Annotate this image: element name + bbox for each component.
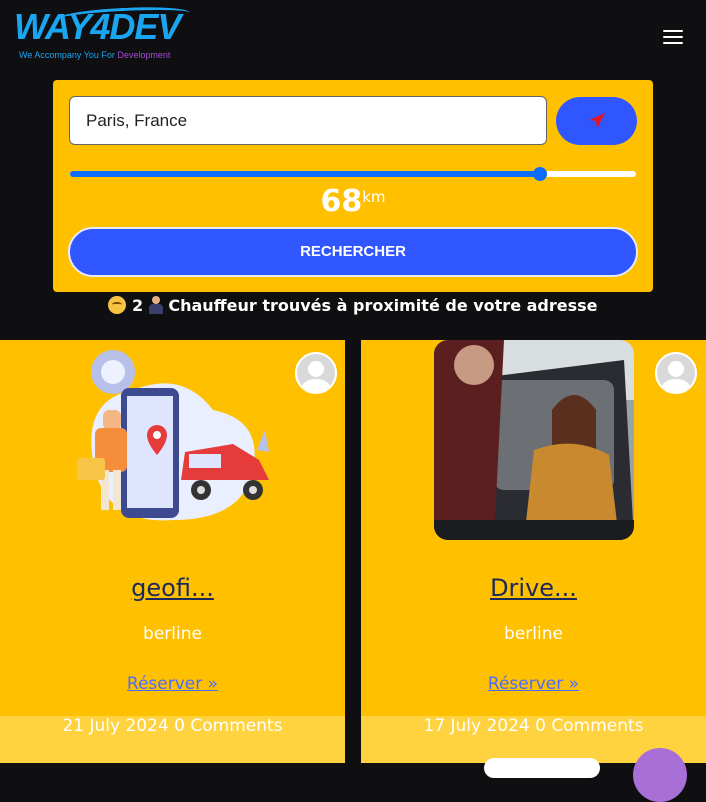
hamburger-icon[interactable] xyxy=(663,30,683,44)
search-button[interactable]: RECHERCHER xyxy=(68,227,638,277)
smiley-icon xyxy=(108,296,127,314)
hamburger-line xyxy=(663,36,683,38)
card-date: 17 July 2024 xyxy=(423,716,530,736)
search-panel: Paris, France 68km RECHERCHER xyxy=(53,80,653,292)
radius-slider-fill xyxy=(70,171,540,177)
floating-pill[interactable] xyxy=(484,758,600,778)
results-text: Chauffeur trouvés à proximité de votre a… xyxy=(168,296,598,315)
hamburger-line xyxy=(663,42,683,44)
hamburger-line xyxy=(663,30,683,32)
card-date: 21 July 2024 xyxy=(62,716,169,736)
reserve-link[interactable]: Réserver » xyxy=(0,674,345,694)
card-comments[interactable]: 0 Comments xyxy=(174,716,282,736)
radius-slider[interactable] xyxy=(70,167,636,181)
radius-value: 68 xyxy=(320,184,363,219)
card-image-chauffeur-photo[interactable] xyxy=(434,340,634,540)
card-vehicle-type: berline xyxy=(143,624,202,644)
logo-tagline-accent: Development xyxy=(117,50,171,60)
driver-card[interactable]: Drive... berline Réserver » 17 July 2024… xyxy=(361,340,706,763)
location-input[interactable]: Paris, France xyxy=(69,96,547,145)
card-title[interactable]: geofi... xyxy=(0,574,345,602)
driver-avatar[interactable] xyxy=(655,352,697,394)
card-comments[interactable]: 0 Comments xyxy=(535,716,643,736)
card-footer: 21 July 2024 0 Comments xyxy=(0,716,345,763)
card-image-map-illustration[interactable] xyxy=(73,340,273,540)
location-arrow-icon xyxy=(588,113,605,129)
chauffeur-photo xyxy=(434,340,634,540)
radius-unit: km xyxy=(362,188,386,206)
radius-slider-thumb[interactable] xyxy=(532,167,547,181)
map-car-illustration xyxy=(73,340,273,540)
brand-logo[interactable]: WAY4DEV We Accompany You For Development xyxy=(14,4,194,62)
chat-button[interactable] xyxy=(633,748,687,802)
driver-avatar[interactable] xyxy=(295,352,337,394)
logo-text: WAY4DEV xyxy=(14,6,181,47)
results-summary: 2 Chauffeur trouvés à proximité de votre… xyxy=(0,296,706,315)
card-title[interactable]: Drive... xyxy=(361,574,706,602)
locate-me-button[interactable] xyxy=(556,97,637,145)
reserve-link[interactable]: Réserver » xyxy=(361,674,706,694)
chauffeur-icon xyxy=(148,296,163,314)
logo-tagline: We Accompany You For Development xyxy=(19,50,170,60)
radius-readout: 68km xyxy=(53,184,653,219)
driver-card[interactable]: geofi... berline Réserver » 21 July 2024… xyxy=(0,340,345,763)
logo-tagline-start: We Accompany You For xyxy=(19,50,118,60)
card-vehicle-type: berline xyxy=(504,624,563,644)
results-count: 2 xyxy=(132,296,144,315)
